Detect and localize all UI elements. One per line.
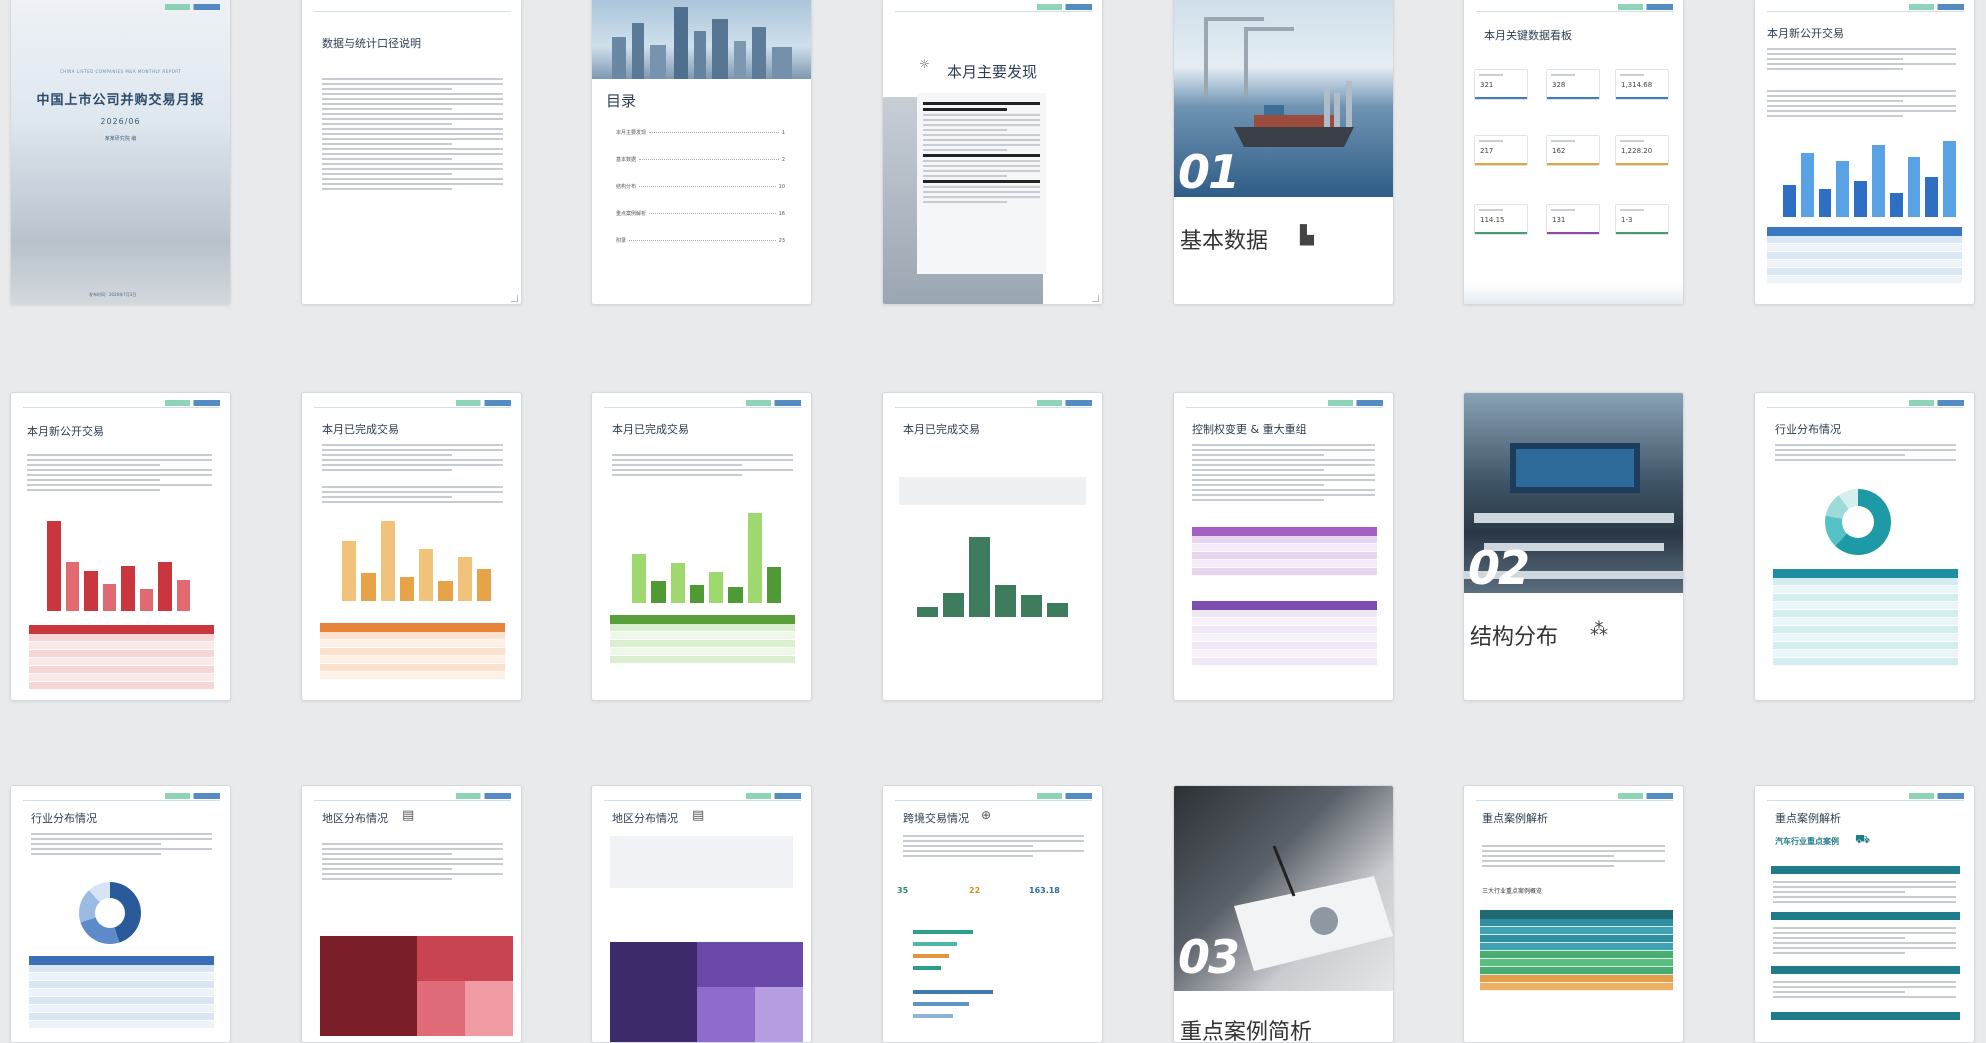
body-text (322, 75, 503, 193)
section-number: 03 (1178, 930, 1240, 984)
data-table (1192, 527, 1377, 576)
toc-title: 目录 (606, 92, 637, 110)
structure-icon: ⁂ (1590, 619, 1608, 640)
page-title: 本月新公开交易 (1767, 27, 1844, 40)
page-thumb-industry-2[interactable]: 行业分布情况 (10, 785, 231, 1043)
toc-item[interactable]: 重点案例解析 16 (616, 210, 785, 218)
toc-item[interactable]: 基本数据 2 (616, 156, 785, 164)
city-photo (592, 0, 811, 79)
stat-value: 35 (897, 886, 909, 895)
bar-chart (47, 521, 190, 611)
kpi-card: 131 (1546, 204, 1600, 235)
page-thumb-toc[interactable]: 目录 本月主要发现 1 基本数据 2 结构分布 10 重点案例解析 16 附录 23 (591, 0, 812, 305)
data-table (320, 623, 505, 680)
cover-title: 中国上市公司并购交易月报 (36, 93, 205, 108)
kpi-card: 328 (1546, 69, 1600, 100)
cover-footer: 发布时间：2026年7月3日 (89, 292, 137, 297)
page-thumb-cross-border[interactable]: 跨境交易情况 ⊕ 35 22 163.18 (882, 785, 1103, 1043)
page-title: 本月关键数据看板 (1484, 29, 1572, 42)
globe-icon: ⊕ (981, 808, 992, 822)
stat-value: 22 (969, 886, 981, 895)
cover-org: 某某研究院 编 (104, 136, 137, 142)
page-title: 本月已完成交易 (322, 423, 399, 436)
page-title: 本月已完成交易 (903, 423, 980, 436)
page-title: 本月已完成交易 (612, 423, 689, 436)
page-thumb-completed-3[interactable]: 本月已完成交易 (882, 392, 1103, 701)
page-thumb-region-2[interactable]: 地区分布情况 ▤ (591, 785, 812, 1043)
page-thumb-key-findings[interactable]: ☼ 本月主要发现 (882, 0, 1103, 305)
kpi-card: 162 (1546, 135, 1600, 166)
page-thumb-cover[interactable]: CHINA LISTED COMPANIES M&A MONTHLY REPOR… (10, 0, 231, 305)
treemap-chart (610, 942, 803, 1042)
data-table (1773, 569, 1958, 666)
map-icon: ▤ (402, 808, 415, 823)
page-thumb-control-change[interactable]: 控制权变更 & 重大重组 (1173, 392, 1394, 701)
section-number: 01 (1178, 145, 1240, 199)
data-table (29, 956, 214, 1029)
section-title: 结构分布 (1470, 625, 1559, 650)
cover-photo (11, 0, 230, 304)
bar-chart (917, 537, 1068, 617)
donut-chart (1825, 489, 1891, 555)
cover-subtitle: CHINA LISTED COMPANIES M&A MONTHLY REPOR… (59, 69, 182, 74)
kpi-card: 114.15 (1474, 204, 1528, 235)
lightbulb-icon: ☼ (919, 57, 930, 71)
findings-panel (917, 93, 1046, 274)
page-title: 跨境交易情况 (903, 812, 969, 825)
logo (165, 4, 220, 10)
page-title: 行业分布情况 (31, 812, 97, 825)
map-icon: ▤ (692, 808, 705, 823)
data-table (1192, 601, 1377, 666)
page-thumb-cases-2[interactable]: 重点案例解析 汽车行业重点案例 ⛟ (1754, 785, 1975, 1043)
bar-chart (632, 513, 781, 603)
page-thumb-dashboard[interactable]: 本月关键数据看板 321 328 1,314.68 217 162 1,228.… (1463, 0, 1684, 305)
toc-item[interactable]: 结构分布 10 (616, 183, 785, 191)
toc-item[interactable]: 附录 23 (616, 237, 785, 245)
page-thumb-new-deals[interactable]: 本月新公开交易 (1754, 0, 1975, 305)
page-title: 控制权变更 & 重大重组 (1192, 423, 1307, 436)
bar-chart (1783, 137, 1956, 217)
page-title: 本月新公开交易 (27, 425, 104, 438)
kpi-card: 1-3 (1615, 204, 1669, 235)
kpi-card: 321 (1474, 69, 1528, 100)
toc-item[interactable]: 本月主要发现 1 (616, 129, 785, 137)
treemap-chart (320, 936, 513, 1036)
data-table (1767, 227, 1962, 284)
page-thumb-section-02[interactable]: 02 结构分布 ⁂ (1463, 392, 1684, 701)
page-title: 行业分布情况 (1775, 423, 1841, 436)
kpi-card: 217 (1474, 135, 1528, 166)
page-thumb-new-deals-2[interactable]: 本月新公开交易 (10, 392, 231, 701)
page-title: 重点案例解析 (1482, 812, 1548, 825)
bar-chart-icon: ▙ (1300, 225, 1314, 246)
stat-value: 163.18 (1029, 886, 1060, 895)
page-thumb-cases-1[interactable]: 重点案例解析 三大行业重点案例概览 (1463, 785, 1684, 1043)
section-title: 基本数据 (1180, 229, 1269, 254)
car-icon: ⛟ (1855, 832, 1871, 846)
kpi-card: 1,228.20 (1615, 135, 1669, 166)
page-title: 本月主要发现 (947, 63, 1038, 81)
page-thumbnail-grid: CHINA LISTED COMPANIES M&A MONTHLY REPOR… (0, 0, 1986, 1043)
data-table (29, 625, 214, 690)
page-title: 地区分布情况 (322, 812, 388, 825)
page-thumb-section-01[interactable]: 01 基本数据 ▙ (1173, 0, 1394, 305)
page-thumb-section-03[interactable]: 03 重点案例简析 (1173, 785, 1394, 1043)
section-subtitle: 三大行业重点案例概览 (1482, 888, 1543, 895)
page-title: 地区分布情况 (612, 812, 678, 825)
page-thumb-industry-1[interactable]: 行业分布情况 (1754, 392, 1975, 701)
page-title: 重点案例解析 (1775, 812, 1841, 825)
page-thumb-completed-1[interactable]: 本月已完成交易 (301, 392, 522, 701)
page-thumb-region-1[interactable]: 地区分布情况 ▤ (301, 785, 522, 1043)
page-thumb-completed-2[interactable]: 本月已完成交易 (591, 392, 812, 701)
cover-date: 2026/06 (100, 117, 141, 126)
data-table (610, 615, 795, 664)
donut-chart (79, 882, 141, 944)
section-subtitle: 汽车行业重点案例 (1775, 837, 1839, 846)
section-number: 02 (1468, 541, 1530, 595)
kpi-card: 1,314.68 (1615, 69, 1669, 100)
section-title: 重点案例简析 (1180, 1020, 1313, 1043)
data-table (1480, 910, 1673, 991)
bar-chart (342, 521, 491, 601)
page-thumb-stat-notes[interactable]: 数据与统计口径说明 (301, 0, 522, 305)
page-title: 数据与统计口径说明 (322, 37, 421, 50)
